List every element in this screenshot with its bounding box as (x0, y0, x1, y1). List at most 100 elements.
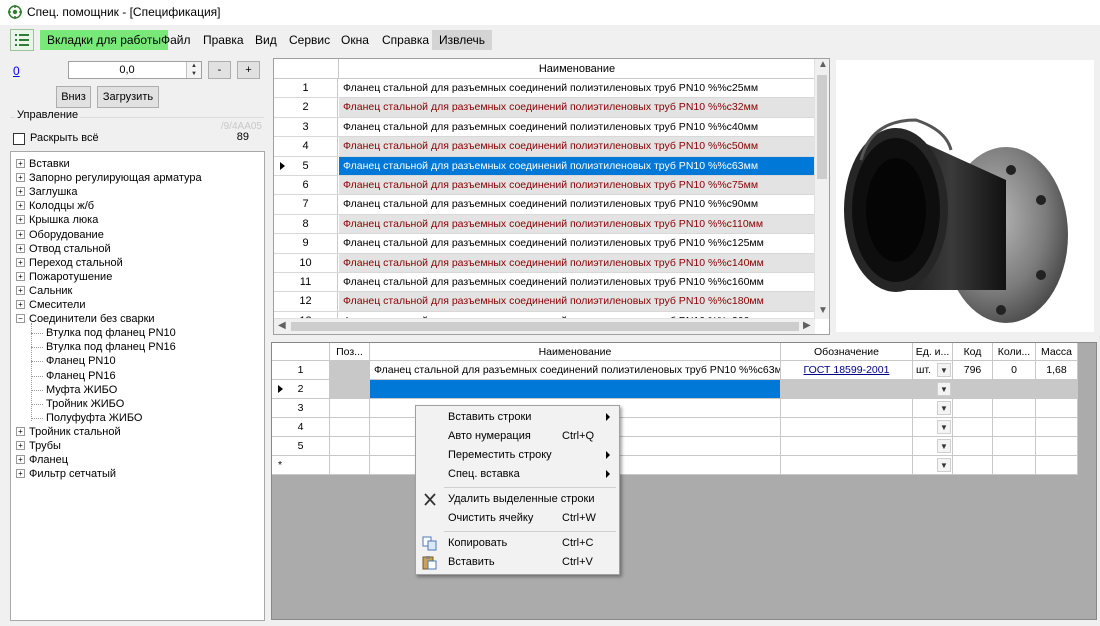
code-cell[interactable] (953, 399, 993, 418)
column-header-name[interactable]: Наименование (338, 59, 815, 79)
row-number[interactable]: 10 (274, 253, 338, 272)
menu-view[interactable]: Вид (248, 30, 284, 50)
column-header-pos[interactable]: Поз... (330, 343, 370, 361)
unit-combobox[interactable]: ▼ (913, 456, 953, 475)
row-number[interactable]: 8 (274, 214, 338, 234)
specification-grid[interactable]: Поз... Наименование Обозначение Ед. и... Код… (271, 342, 1097, 620)
row-name-cell[interactable]: Фланец стальной для разъемных соединений… (339, 292, 815, 311)
load-button[interactable]: Загрузить (97, 86, 159, 108)
ctx-insert-rows[interactable]: Вставить строки (418, 408, 618, 427)
qty-cell[interactable] (993, 456, 1036, 475)
row-number[interactable]: 12 (274, 292, 338, 311)
ctx-copy[interactable]: Копировать Ctrl+C (418, 534, 618, 553)
row-number[interactable]: 3 (272, 399, 330, 418)
unit-combobox[interactable]: шт. ▼ (913, 361, 953, 380)
expand-icon[interactable]: + (16, 159, 25, 168)
expand-icon[interactable]: + (16, 469, 25, 479)
catalog-row[interactable]: 7 Фланец стальной для разъемных соединени… (274, 195, 815, 215)
zero-link[interactable]: 0 (13, 64, 20, 78)
catalog-row[interactable]: 1 Фланец стальной для разъемных соединени… (274, 79, 815, 99)
ctx-auto-numbering[interactable]: Авто нумерация Ctrl+Q (418, 427, 618, 446)
chevron-down-icon[interactable]: ▼ (937, 439, 951, 453)
pos-cell[interactable] (330, 380, 370, 399)
row-name-cell[interactable]: Фланец стальной для разъемных соединений… (339, 234, 815, 252)
row-number[interactable]: 5 (274, 156, 338, 175)
menu-file[interactable]: Файл (154, 30, 198, 50)
designation-cell[interactable] (781, 437, 913, 456)
designation-cell[interactable] (781, 418, 913, 437)
mass-cell[interactable]: 1,68 (1036, 361, 1078, 380)
designation-cell[interactable] (781, 399, 913, 418)
row-name-cell[interactable]: Фланец стальной для разъемных соединений… (339, 156, 815, 175)
catalog-row[interactable]: 10 Фланец стальной для разъемных соединен… (274, 253, 815, 273)
row-name-cell[interactable]: Фланец стальной для разъемных соединений… (339, 118, 815, 136)
qty-cell[interactable] (993, 418, 1036, 437)
ctx-move-row[interactable]: Переместить строку (418, 446, 618, 465)
row-name-cell[interactable]: Фланец стальной для разъемных соединений… (339, 253, 815, 272)
mass-cell[interactable] (1036, 399, 1078, 418)
menu-service[interactable]: Сервис (282, 30, 337, 50)
row-name-cell[interactable]: Фланец стальной для разъемных соединений… (339, 137, 815, 156)
expand-icon[interactable]: + (16, 243, 25, 253)
row-number[interactable]: 6 (274, 176, 338, 195)
mass-cell[interactable] (1036, 418, 1078, 437)
expand-icon[interactable]: + (16, 257, 25, 267)
spin-buttons[interactable]: ▲ ▼ (186, 62, 201, 78)
row-number[interactable]: 1 (274, 79, 338, 98)
plus-button[interactable]: + (237, 61, 260, 79)
catalog-row[interactable]: 8 Фланец стальной для разъемных соединени… (274, 214, 815, 235)
unit-combobox[interactable]: ▼ (913, 418, 953, 437)
h-scroll-thumb[interactable] (291, 322, 799, 331)
column-header-qty[interactable]: Коли... (993, 343, 1036, 361)
code-cell[interactable] (953, 380, 993, 399)
horizontal-scrollbar[interactable]: ◀ ▶ (274, 318, 815, 334)
ctx-special-paste[interactable]: Спец. вставка (418, 465, 618, 484)
minus-button[interactable]: - (208, 61, 231, 79)
catalog-row[interactable]: 9 Фланец стальной для разъемных соединени… (274, 234, 815, 254)
pos-cell[interactable] (330, 456, 370, 475)
numeric-input[interactable]: 0,0 ▲ ▼ (68, 61, 202, 79)
row-number[interactable]: 2 (272, 380, 330, 399)
gost-link[interactable]: ГОСТ 18599-2001 (804, 364, 890, 376)
code-cell[interactable] (953, 456, 993, 475)
pos-cell[interactable] (330, 437, 370, 456)
code-cell[interactable] (953, 418, 993, 437)
column-header-name[interactable]: Наименование (370, 343, 781, 361)
chevron-down-icon[interactable]: ▼ (937, 363, 951, 377)
expand-icon[interactable]: + (16, 285, 25, 295)
row-number[interactable]: 9 (274, 234, 338, 253)
unit-combobox[interactable]: ▼ (913, 399, 953, 418)
pos-cell[interactable] (330, 399, 370, 418)
code-cell[interactable]: 796 (953, 361, 993, 380)
code-cell[interactable] (953, 437, 993, 456)
pos-cell[interactable] (330, 418, 370, 437)
chevron-down-icon[interactable]: ▼ (937, 420, 951, 434)
expand-icon[interactable]: + (16, 187, 25, 197)
catalog-grid[interactable]: Наименование 1 Фланец стальной для разъем… (273, 58, 830, 335)
menu-work-tabs[interactable]: Вкладки для работы (40, 30, 168, 50)
expand-icon[interactable]: + (16, 173, 25, 183)
ctx-clear-cell[interactable]: Очистить ячейку Ctrl+W (418, 509, 618, 528)
menu-edit[interactable]: Правка (196, 30, 251, 50)
mass-cell[interactable] (1036, 437, 1078, 456)
ctx-delete-rows[interactable]: Удалить выделенные строки (418, 490, 618, 509)
mass-cell[interactable] (1036, 380, 1078, 399)
row-number[interactable]: 3 (274, 117, 338, 137)
new-row-marker[interactable]: * (272, 456, 330, 475)
catalog-row[interactable]: 11 Фланец стальной для разъемных соединен… (274, 273, 815, 293)
name-cell[interactable] (370, 380, 781, 399)
mass-cell[interactable] (1036, 456, 1078, 475)
scroll-thumb[interactable] (817, 75, 827, 179)
row-name-cell[interactable]: Фланец стальной для разъемных соединений… (339, 98, 815, 117)
expand-icon[interactable]: + (16, 441, 25, 450)
expand-icon[interactable]: + (16, 229, 25, 239)
ctx-paste[interactable]: Вставить Ctrl+V (418, 553, 618, 572)
expand-icon[interactable]: + (16, 455, 25, 465)
chevron-down-icon[interactable]: ▼ (937, 401, 951, 415)
expand-icon[interactable]: + (16, 426, 25, 436)
row-number[interactable]: 4 (272, 418, 330, 437)
column-header-unit[interactable]: Ед. и... (913, 343, 953, 361)
row-number[interactable]: 1 (272, 361, 330, 380)
collapse-icon[interactable]: − (16, 314, 25, 324)
qty-cell[interactable]: 0 (993, 361, 1036, 380)
